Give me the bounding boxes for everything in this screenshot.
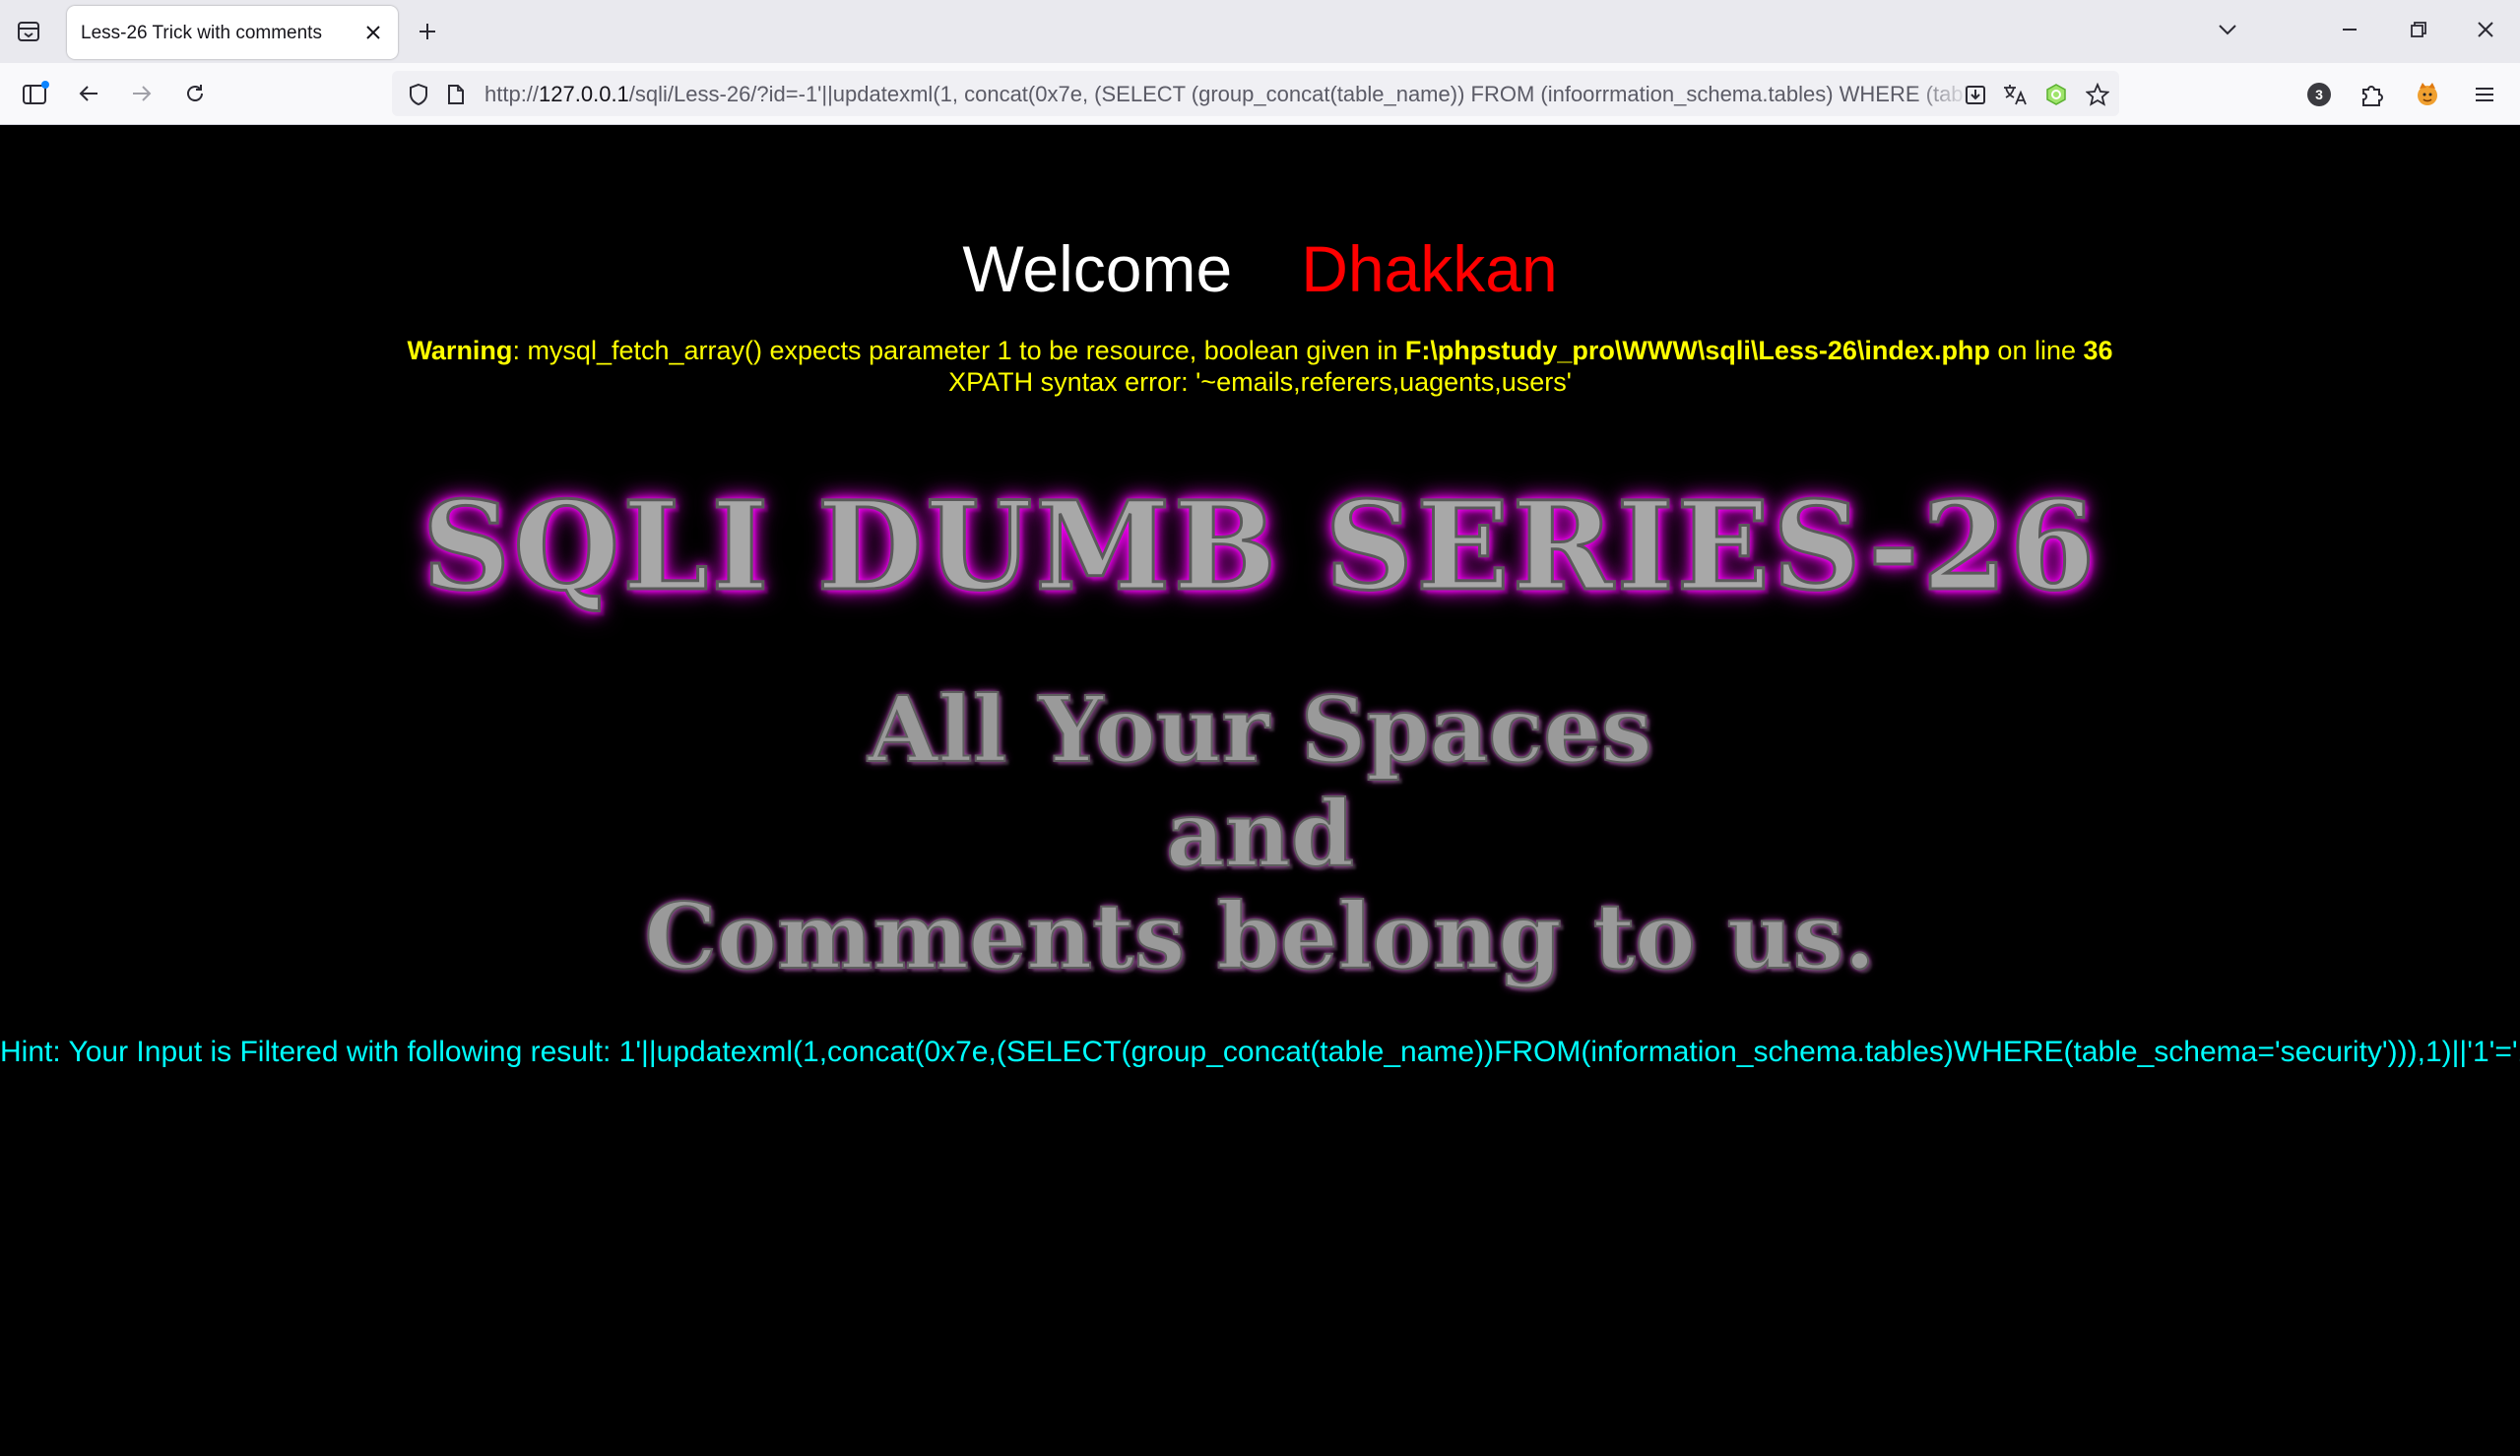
navigation-toolbar: http://127.0.0.1/sqli/Less-26/?id=-1'||u…	[0, 63, 2520, 125]
sidebar-icon[interactable]	[18, 76, 53, 111]
extension-count-badge[interactable]: 3	[2300, 76, 2338, 113]
forward-icon[interactable]	[124, 76, 160, 111]
error-output: Warning: mysql_fetch_array() expects par…	[0, 335, 2520, 398]
url-bar[interactable]: http://127.0.0.1/sqli/Less-26/?id=-1'||u…	[392, 71, 2119, 116]
username-text: Dhakkan	[1301, 232, 1558, 305]
back-icon[interactable]	[71, 76, 106, 111]
tagline-line-3: Comments belong to us.	[643, 882, 1876, 990]
php-warning: Warning: mysql_fetch_array() expects par…	[0, 335, 2520, 366]
restore-icon[interactable]	[2397, 10, 2440, 49]
close-tab-icon[interactable]	[360, 20, 386, 45]
tagline-line-1: All Your Spaces	[867, 675, 1652, 784]
account-fox-icon[interactable]	[2409, 76, 2446, 113]
url-prefix: http://	[485, 82, 540, 106]
page-content: Welcome Dhakkan Warning: mysql_fetch_arra…	[0, 125, 2520, 1456]
shield-icon[interactable]	[406, 82, 431, 107]
extensions-puzzle-icon[interactable]	[2354, 76, 2391, 113]
extension-count: 3	[2307, 83, 2331, 106]
menu-icon[interactable]	[2466, 76, 2503, 113]
xpath-error: XPATH syntax error: '~emails,referers,ua…	[948, 367, 1572, 397]
url-path: /sqli/Less-26/?id=-1'||updatexml(1, conc…	[628, 82, 1971, 106]
warning-file: F:\phpstudy_pro\WWW\sqli\Less-26\index.p…	[1404, 336, 1990, 365]
warning-label: Warning	[407, 336, 513, 365]
extension-hexagon-icon[interactable]	[2040, 79, 2072, 110]
tab-list-icon[interactable]	[12, 16, 45, 47]
bookmark-star-icon[interactable]	[2082, 79, 2113, 110]
list-all-tabs-icon[interactable]	[2206, 10, 2249, 49]
active-tab[interactable]: Less-26 Trick with comments	[67, 6, 398, 59]
url-text[interactable]: http://127.0.0.1/sqli/Less-26/?id=-1'||u…	[485, 82, 1971, 107]
translate-icon[interactable]	[1999, 79, 2031, 110]
reload-icon[interactable]	[177, 76, 213, 111]
warning-line-number: 36	[2083, 336, 2113, 365]
page-info-icon[interactable]	[443, 82, 469, 107]
welcome-heading: Welcome Dhakkan	[0, 231, 2520, 306]
minimize-icon[interactable]	[2328, 10, 2371, 49]
close-window-icon[interactable]	[2464, 10, 2507, 49]
warning-message: : mysql_fetch_array() expects parameter …	[512, 336, 1405, 365]
tagline-line-2: and	[1165, 780, 1355, 888]
url-host: 127.0.0.1	[539, 82, 629, 106]
filter-hint: Hint: Your Input is Filtered with follow…	[0, 1036, 2520, 1068]
new-tab-icon[interactable]	[412, 16, 443, 47]
welcome-text: Welcome	[962, 232, 1233, 305]
series-banner-image: SQLI DUMB SERIES-26	[420, 475, 2099, 620]
tab-bar: Less-26 Trick with comments	[0, 0, 2520, 63]
warning-on-line: on line	[1989, 336, 2084, 365]
download-page-icon[interactable]	[1960, 79, 1991, 110]
tab-title: Less-26 Trick with comments	[81, 23, 322, 43]
